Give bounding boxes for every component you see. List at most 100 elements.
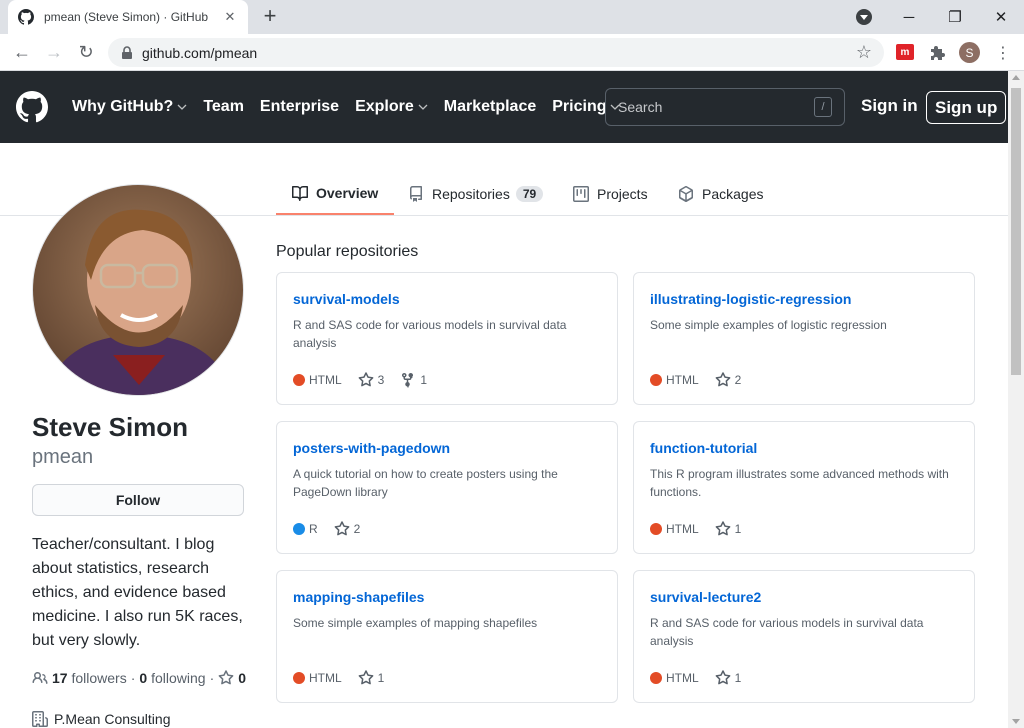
- repo-stars-count: 1: [734, 671, 742, 685]
- browser-tab-strip: pmean (Steve Simon) · GitHub ✕ + ─ ❐ ✕: [0, 0, 1024, 34]
- following-label: following: [151, 670, 206, 686]
- repo-stars-link[interactable]: 2: [715, 372, 741, 388]
- repo-meta: HTML 3 1: [293, 372, 443, 388]
- repo-language-label: HTML: [309, 373, 342, 387]
- repo-language: R: [293, 522, 318, 536]
- nav-item-team[interactable]: Team: [203, 98, 244, 116]
- nav-item-why-github[interactable]: Why GitHub?: [72, 98, 187, 116]
- tab-search-icon[interactable]: [856, 9, 872, 25]
- repo-icon: [410, 185, 422, 202]
- reload-icon[interactable]: ↻: [74, 40, 98, 64]
- repo-stars-link[interactable]: 2: [334, 521, 360, 537]
- repo-language-label: HTML: [309, 671, 342, 685]
- nav-item-marketplace[interactable]: Marketplace: [444, 98, 537, 116]
- star-icon: [358, 372, 378, 388]
- stars-count[interactable]: 0: [238, 670, 246, 686]
- nav-item-label: Team: [203, 98, 244, 115]
- star-icon: [715, 670, 735, 686]
- nav-item-label: Explore: [355, 98, 414, 115]
- book-icon: [292, 185, 308, 201]
- bookmark-star-icon[interactable]: ☆: [856, 42, 872, 63]
- scroll-down-arrow-icon[interactable]: [1012, 719, 1020, 724]
- address-bar[interactable]: github.com/pmean ☆: [108, 38, 884, 67]
- repo-stars-link[interactable]: 3: [358, 372, 385, 388]
- tab-packages[interactable]: Packages: [678, 172, 763, 215]
- package-icon: [679, 185, 693, 202]
- nav-item-explore[interactable]: Explore: [355, 98, 428, 116]
- tab-repositories-label: Repositories: [432, 185, 510, 202]
- repo-forks-count: 1: [420, 373, 428, 387]
- fork-icon: [400, 372, 420, 388]
- tab-packages-label: Packages: [702, 185, 764, 202]
- profile-bio: Teacher/consultant. I blog about statist…: [32, 536, 243, 649]
- extension-red-icon[interactable]: m: [896, 44, 914, 60]
- language-color-dot: [650, 672, 662, 684]
- tab-projects[interactable]: Projects: [573, 172, 648, 215]
- tab-close-icon[interactable]: ✕: [222, 9, 238, 25]
- followers-link[interactable]: 17 followers: [52, 670, 127, 686]
- repo-language-label: HTML: [666, 373, 699, 387]
- repo-meta: HTML 1: [650, 521, 757, 537]
- extensions-puzzle-icon[interactable]: [928, 43, 948, 63]
- repo-language-label: HTML: [666, 522, 699, 536]
- repo-card: function-tutorial This R program illustra…: [633, 421, 975, 554]
- repo-name-link[interactable]: survival-models: [293, 291, 601, 307]
- star-icon: [715, 372, 735, 388]
- page-scrollbar[interactable]: [1008, 71, 1024, 728]
- repo-meta: HTML 1: [650, 670, 757, 686]
- repositories-count-badge: 79: [515, 185, 544, 202]
- repo-card: mapping-shapefiles Some simple examples o…: [276, 570, 618, 703]
- repo-name-link[interactable]: mapping-shapefiles: [293, 589, 601, 605]
- following-link[interactable]: 0 following: [139, 670, 205, 686]
- repo-description: A quick tutorial on how to create poster…: [293, 467, 558, 499]
- popular-repositories-heading: Popular repositories: [276, 243, 419, 260]
- organization-icon: [32, 711, 48, 727]
- repo-language-label: R: [309, 522, 318, 536]
- repo-name-link[interactable]: illustrating-logistic-regression: [650, 291, 958, 307]
- github-favicon-icon: [18, 9, 34, 25]
- repo-meta: R2: [293, 521, 376, 537]
- browser-tab[interactable]: pmean (Steve Simon) · GitHub ✕: [8, 0, 248, 34]
- sign-in-link[interactable]: Sign in: [861, 96, 918, 116]
- follow-button[interactable]: Follow: [32, 484, 244, 516]
- tab-repositories[interactable]: Repositories 79: [408, 172, 544, 215]
- repo-description: R and SAS code for various models in sur…: [650, 616, 924, 648]
- language-color-dot: [293, 672, 305, 684]
- close-window-icon[interactable]: ✕: [978, 0, 1024, 34]
- new-tab-button[interactable]: +: [258, 5, 282, 29]
- browser-menu-icon[interactable]: ⋮: [993, 43, 1013, 63]
- sign-up-button[interactable]: Sign up: [926, 91, 1007, 124]
- tab-overview[interactable]: Overview: [276, 172, 395, 215]
- repo-language: HTML: [293, 671, 342, 685]
- repo-stars-count: 3: [377, 373, 385, 387]
- repo-stars-link[interactable]: 1: [358, 670, 384, 686]
- nav-item-label: Pricing: [552, 98, 607, 115]
- repo-name-link[interactable]: posters-with-pagedown: [293, 440, 601, 456]
- github-logo-icon[interactable]: [16, 91, 48, 123]
- back-icon[interactable]: ←: [10, 40, 34, 64]
- company-name: P.Mean Consulting: [54, 711, 171, 727]
- followers-count: 17: [52, 670, 68, 686]
- minimize-icon[interactable]: ─: [886, 0, 932, 34]
- following-count: 0: [139, 670, 148, 686]
- restore-icon[interactable]: ❐: [932, 0, 978, 34]
- repo-name-link[interactable]: function-tutorial: [650, 440, 958, 456]
- star-icon: [218, 670, 234, 685]
- profile-avatar-icon[interactable]: S: [959, 42, 980, 63]
- scroll-up-arrow-icon[interactable]: [1012, 75, 1020, 80]
- language-color-dot: [293, 523, 305, 535]
- repo-forks-link[interactable]: 1: [400, 372, 427, 388]
- repo-stars-link[interactable]: 1: [715, 670, 742, 686]
- nav-item-enterprise[interactable]: Enterprise: [260, 98, 339, 116]
- github-search-input[interactable]: [618, 99, 814, 115]
- chevron-down-icon: [414, 102, 428, 112]
- repo-stars-link[interactable]: 1: [715, 521, 741, 537]
- repo-description: R and SAS code for various models in sur…: [293, 318, 567, 350]
- github-search-box[interactable]: /: [605, 88, 845, 126]
- forward-icon[interactable]: →: [42, 40, 66, 64]
- repo-language-label: HTML: [666, 671, 699, 685]
- repo-name-link[interactable]: survival-lecture2: [650, 589, 958, 605]
- scrollbar-thumb[interactable]: [1011, 88, 1021, 375]
- github-main-nav: Why GitHub? Team Enterprise Explore Marketpl…: [72, 98, 636, 116]
- repo-description: Some simple examples of mapping shapefil…: [293, 616, 538, 630]
